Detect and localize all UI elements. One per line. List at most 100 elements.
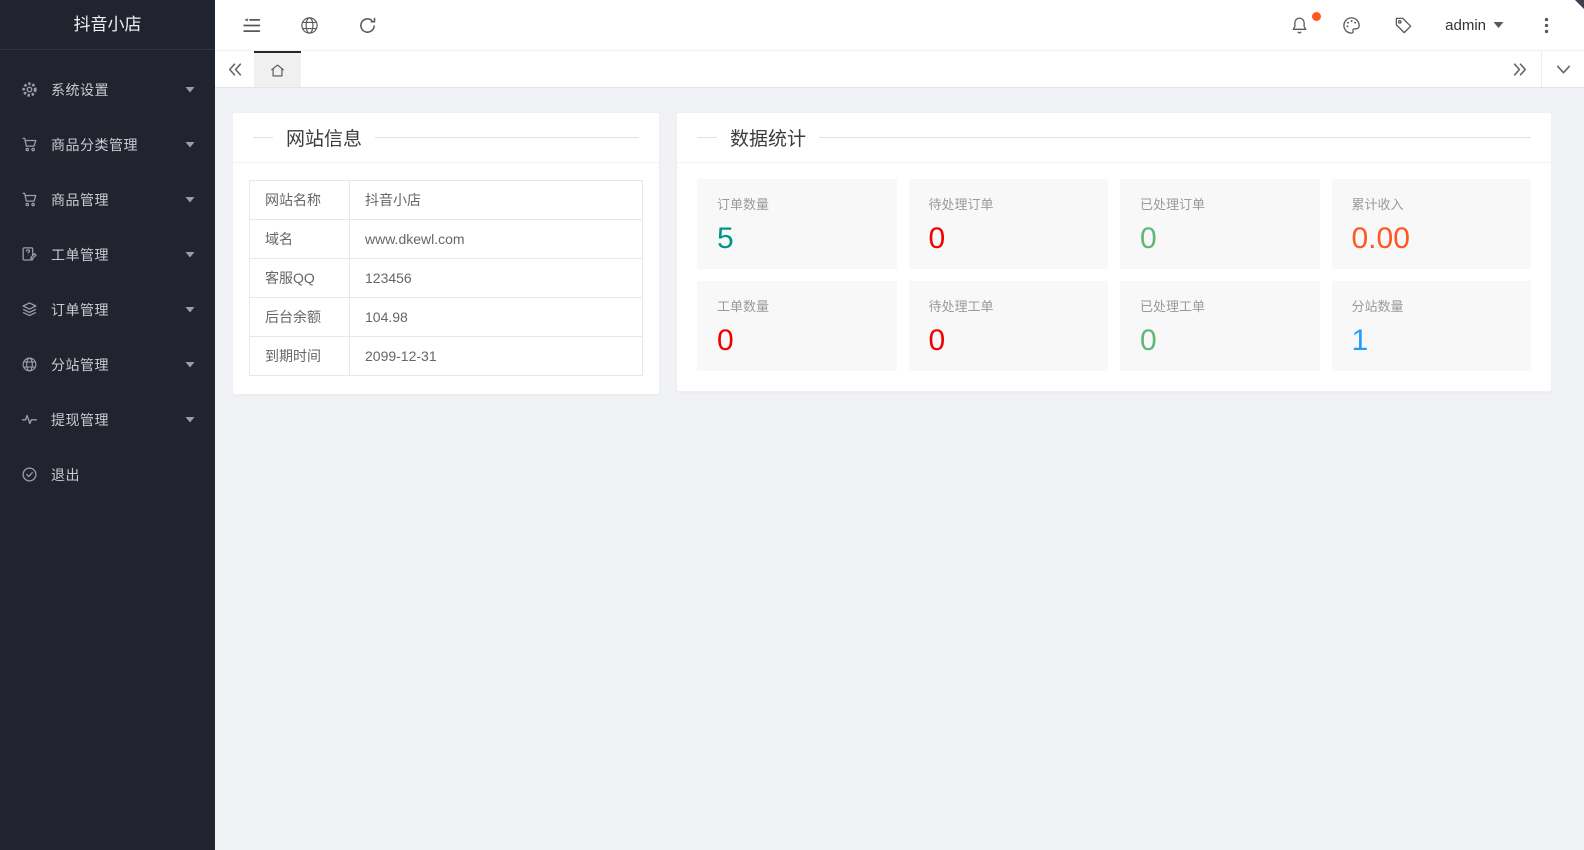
site-info-body: 网站名称 抖音小店 域名 www.dkewl.com 客服QQ 123456	[233, 163, 659, 394]
sidebar-item-product-mgmt[interactable]: 商品管理	[0, 172, 215, 227]
scroll-tabs-left-button[interactable]	[215, 51, 254, 87]
layers-icon	[21, 301, 38, 318]
decor-line	[819, 137, 1531, 138]
row-label: 域名	[250, 220, 350, 259]
stat-value: 0	[929, 222, 1089, 255]
decor-line	[253, 137, 273, 138]
app-logo: 抖音小店	[0, 0, 215, 50]
row-value: 123456	[350, 259, 643, 298]
globe-icon	[21, 356, 38, 373]
stats-grid: 订单数量 5 待处理订单 0 已处理订单 0 累计收入 0.00 工单数量	[677, 163, 1551, 391]
stat-label: 待处理工单	[929, 296, 1089, 315]
tab-options-dropdown-button[interactable]	[1542, 51, 1584, 87]
sidebar-item-system-settings[interactable]: 系统设置	[0, 62, 215, 117]
sidebar-item-label: 商品分类管理	[51, 135, 138, 155]
user-menu[interactable]: admin	[1445, 17, 1504, 34]
row-label: 后台余额	[250, 298, 350, 337]
stat-value: 0	[1140, 222, 1300, 255]
sidebar-item-label: 分站管理	[51, 355, 109, 375]
stat-processed-workorders: 已处理工单 0	[1120, 281, 1320, 371]
chevron-down-icon	[185, 416, 195, 423]
sidebar-item-label: 订单管理	[51, 300, 109, 320]
window-corner-artifact	[1575, 0, 1584, 9]
table-row: 到期时间 2099-12-31	[250, 337, 643, 376]
chevron-down-icon	[185, 251, 195, 258]
stat-pending-workorders: 待处理工单 0	[909, 281, 1109, 371]
menu-fold-icon[interactable]	[241, 15, 261, 35]
stat-value: 5	[717, 222, 877, 255]
stat-substation-count: 分站数量 1	[1332, 281, 1532, 371]
stat-label: 已处理工单	[1140, 296, 1300, 315]
stat-label: 已处理订单	[1140, 194, 1300, 213]
sidebar-item-label: 工单管理	[51, 245, 109, 265]
sidebar-item-order-mgmt[interactable]: 订单管理	[0, 282, 215, 337]
kebab-menu-icon[interactable]	[1536, 15, 1556, 35]
cart-icon	[21, 191, 38, 208]
row-value: 抖音小店	[350, 181, 643, 220]
sidebar-item-label: 系统设置	[51, 80, 109, 100]
row-label: 网站名称	[250, 181, 350, 220]
stat-label: 待处理订单	[929, 194, 1089, 213]
stat-value: 1	[1352, 324, 1512, 357]
site-info-card-header: 网站信息	[233, 113, 659, 163]
palette-icon[interactable]	[1341, 15, 1361, 35]
stat-pending-orders: 待处理订单 0	[909, 179, 1109, 269]
main-area: admin	[215, 0, 1584, 850]
globe-icon[interactable]	[299, 15, 319, 35]
site-info-card: 网站信息 网站名称 抖音小店 域名 www.dkewl.com	[232, 112, 660, 395]
pulse-icon	[21, 411, 38, 428]
refresh-icon[interactable]	[357, 15, 377, 35]
shield-check-icon	[21, 466, 38, 483]
tab-strip-empty	[301, 51, 1499, 87]
row-value: 2099-12-31	[350, 337, 643, 376]
header-left-icons	[215, 15, 377, 35]
stat-label: 工单数量	[717, 296, 877, 315]
chevron-down-icon	[185, 361, 195, 368]
site-info-title: 网站信息	[286, 124, 362, 151]
table-row: 域名 www.dkewl.com	[250, 220, 643, 259]
user-name: admin	[1445, 17, 1486, 34]
stat-total-income: 累计收入 0.00	[1332, 179, 1532, 269]
chevron-down-icon	[185, 306, 195, 313]
table-row: 网站名称 抖音小店	[250, 181, 643, 220]
sidebar: 抖音小店 系统设置 商品分类管理	[0, 0, 215, 850]
stat-value: 0	[717, 324, 877, 357]
tab-home[interactable]	[254, 51, 301, 87]
gear-icon	[21, 81, 38, 98]
stat-processed-orders: 已处理订单 0	[1120, 179, 1320, 269]
chevron-down-icon	[185, 86, 195, 93]
sidebar-item-substation-mgmt[interactable]: 分站管理	[0, 337, 215, 392]
decor-line	[697, 137, 717, 138]
header-right-icons: admin	[1289, 15, 1584, 35]
page-content: 网站信息 网站名称 抖音小店 域名 www.dkewl.com	[215, 88, 1584, 850]
row-value: www.dkewl.com	[350, 220, 643, 259]
cart-icon	[21, 136, 38, 153]
sidebar-item-label: 退出	[51, 465, 80, 485]
table-row: 后台余额 104.98	[250, 298, 643, 337]
stats-card-header: 数据统计	[677, 113, 1551, 163]
site-info-table: 网站名称 抖音小店 域名 www.dkewl.com 客服QQ 123456	[249, 180, 643, 376]
stats-title: 数据统计	[730, 124, 806, 151]
row-label: 到期时间	[250, 337, 350, 376]
tab-bar-right-controls	[1499, 51, 1584, 87]
row-label: 客服QQ	[250, 259, 350, 298]
stat-workorder-count: 工单数量 0	[697, 281, 897, 371]
scroll-tabs-right-button[interactable]	[1499, 51, 1541, 87]
ticket-icon	[21, 246, 38, 263]
tag-icon[interactable]	[1393, 15, 1413, 35]
chevron-down-icon	[1493, 21, 1504, 29]
bell-icon[interactable]	[1289, 15, 1309, 35]
tab-bar	[215, 51, 1584, 88]
sidebar-menu: 系统设置 商品分类管理	[0, 50, 215, 502]
stat-order-count: 订单数量 5	[697, 179, 897, 269]
stat-value: 0	[929, 324, 1089, 357]
chevron-down-icon	[185, 196, 195, 203]
sidebar-item-logout[interactable]: 退出	[0, 447, 215, 502]
sidebar-item-withdraw-mgmt[interactable]: 提现管理	[0, 392, 215, 447]
sidebar-item-label: 商品管理	[51, 190, 109, 210]
stat-value: 0	[1140, 324, 1300, 357]
sidebar-item-product-category-mgmt[interactable]: 商品分类管理	[0, 117, 215, 172]
sidebar-item-workorder-mgmt[interactable]: 工单管理	[0, 227, 215, 282]
decor-line	[375, 137, 639, 138]
sidebar-item-label: 提现管理	[51, 410, 109, 430]
